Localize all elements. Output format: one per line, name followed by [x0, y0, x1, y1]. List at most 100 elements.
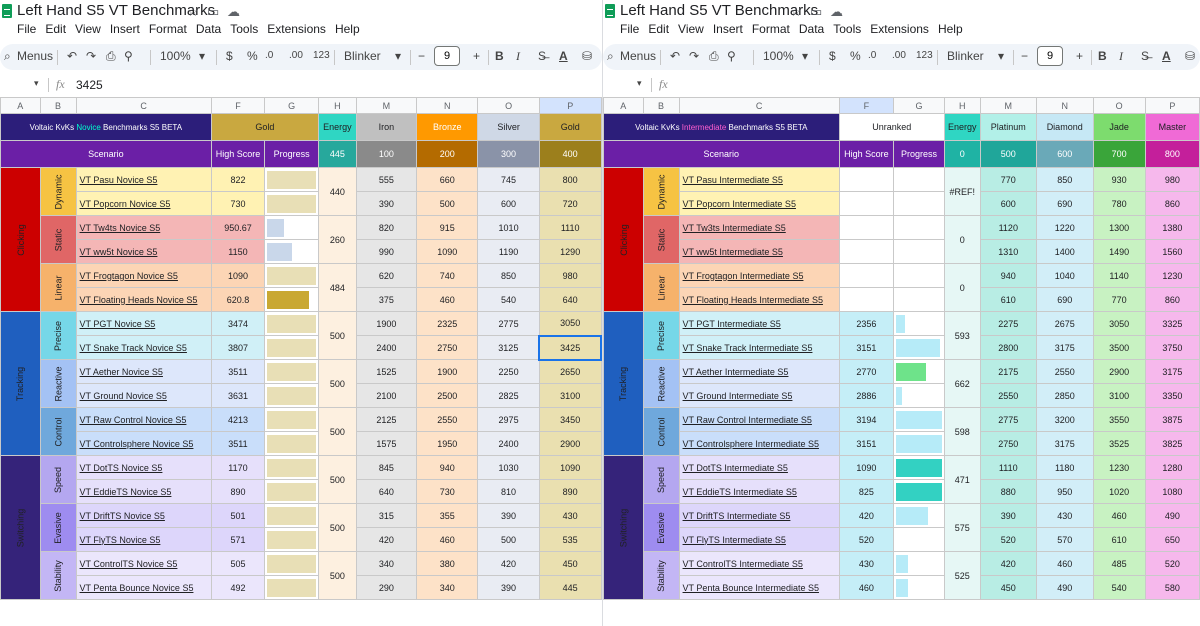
column-header[interactable]: P: [538, 97, 602, 114]
fill-color-icon[interactable]: ⛁: [582, 49, 592, 63]
high-score-cell[interactable]: 3151: [838, 431, 895, 456]
rank-threshold-cell[interactable]: 1030: [477, 455, 540, 480]
rank-threshold-cell[interactable]: 1110: [979, 455, 1037, 480]
high-score-cell[interactable]: 2770: [838, 359, 895, 384]
scenario-link[interactable]: VT Frogtagon Intermediate S5: [678, 263, 840, 288]
high-score-cell[interactable]: 501: [210, 503, 266, 528]
column-header[interactable]: O: [477, 97, 540, 114]
search-icon[interactable]: ⌕: [4, 49, 11, 64]
column-header[interactable]: O: [1092, 97, 1146, 114]
menu-edit[interactable]: Edit: [648, 22, 669, 36]
scenario-link[interactable]: VT DriftTS Novice S5: [75, 503, 212, 528]
rank-threshold-cell[interactable]: 2400: [477, 431, 540, 456]
rank-threshold-cell[interactable]: 2125: [355, 407, 418, 432]
high-score-cell[interactable]: 1150: [210, 239, 266, 264]
high-score-cell[interactable]: 1170: [210, 455, 266, 480]
scenario-link[interactable]: VT Snake Track Intermediate S5: [678, 335, 840, 360]
scenario-link[interactable]: VT DotTS Novice S5: [75, 455, 212, 480]
column-header[interactable]: M: [979, 97, 1037, 114]
scenario-link[interactable]: VT Floating Heads Novice S5: [75, 287, 212, 312]
scenario-link[interactable]: VT ControlTS Novice S5: [75, 551, 212, 576]
rank-threshold-cell[interactable]: 1400: [1035, 239, 1094, 264]
chevron-down-icon[interactable]: ▾: [34, 78, 39, 89]
zoom-select[interactable]: 100%: [763, 49, 794, 63]
rank-threshold-cell[interactable]: 3325: [1144, 311, 1200, 336]
high-score-cell[interactable]: 505: [210, 551, 266, 576]
paint-format-icon[interactable]: ⚲: [727, 49, 736, 63]
high-score-cell[interactable]: 3511: [210, 431, 266, 456]
rank-threshold-cell[interactable]: 3175: [1144, 359, 1200, 384]
cloud-icon[interactable]: ☁: [227, 4, 240, 20]
rank-threshold-cell[interactable]: 540: [1092, 575, 1146, 600]
rank-threshold-cell[interactable]: 570: [1035, 527, 1094, 552]
rank-threshold-cell[interactable]: 3425: [538, 334, 602, 361]
rank-threshold-cell[interactable]: 780: [1092, 191, 1146, 216]
star-icon[interactable]: ☆: [187, 4, 199, 20]
high-score-cell[interactable]: 3151: [838, 335, 895, 360]
rank-threshold-cell[interactable]: 315: [355, 503, 418, 528]
rank-threshold-cell[interactable]: 3525: [1092, 431, 1146, 456]
high-score-cell[interactable]: 520: [838, 527, 895, 552]
rank-threshold-cell[interactable]: 610: [979, 287, 1037, 312]
chevron-down-icon[interactable]: ▾: [637, 78, 642, 89]
rank-threshold-cell[interactable]: 430: [1035, 503, 1094, 528]
rank-threshold-cell[interactable]: 520: [1144, 551, 1200, 576]
menu-insert[interactable]: Insert: [713, 22, 743, 36]
print-icon[interactable]: ⎙: [709, 49, 719, 64]
high-score-cell[interactable]: 420: [838, 503, 895, 528]
rank-threshold-cell[interactable]: 940: [979, 263, 1037, 288]
rank-threshold-cell[interactable]: 2975: [477, 407, 540, 432]
column-header[interactable]: H: [318, 97, 357, 114]
scenario-link[interactable]: VT DotTS Intermediate S5: [678, 455, 840, 480]
rank-threshold-cell[interactable]: 1040: [1035, 263, 1094, 288]
rank-threshold-cell[interactable]: 1525: [355, 359, 418, 384]
column-header[interactable]: H: [943, 97, 981, 114]
scenario-link[interactable]: VT Frogtagon Novice S5: [75, 263, 212, 288]
rank-threshold-cell[interactable]: 1950: [416, 431, 479, 456]
high-score-cell[interactable]: [838, 287, 895, 312]
rank-threshold-cell[interactable]: 420: [979, 551, 1037, 576]
rank-threshold-cell[interactable]: 390: [477, 503, 540, 528]
font-size-increase-button[interactable]: +: [1076, 49, 1083, 63]
rank-threshold-cell[interactable]: 1290: [538, 239, 602, 264]
column-header[interactable]: F: [838, 97, 895, 114]
rank-threshold-cell[interactable]: 990: [355, 239, 418, 264]
strikethrough-icon[interactable]: S̶: [538, 49, 546, 63]
rank-threshold-cell[interactable]: 980: [1144, 167, 1200, 192]
rank-threshold-cell[interactable]: 3750: [1144, 335, 1200, 360]
formula-input[interactable]: 3425: [76, 78, 103, 92]
rank-threshold-cell[interactable]: 3550: [1092, 407, 1146, 432]
currency-format-button[interactable]: $: [829, 49, 836, 63]
scenario-link[interactable]: VT Controlsphere Novice S5: [75, 431, 212, 456]
rank-threshold-cell[interactable]: 2325: [416, 311, 479, 336]
scenario-link[interactable]: VT FlyTS Intermediate S5: [678, 527, 840, 552]
font-size-decrease-button[interactable]: −: [418, 49, 425, 63]
scenario-link[interactable]: VT FlyTS Novice S5: [75, 527, 212, 552]
rank-threshold-cell[interactable]: 770: [979, 167, 1037, 192]
decrease-decimal-button[interactable]: .0: [868, 50, 876, 61]
menus-search[interactable]: Menus: [620, 49, 656, 63]
menu-file[interactable]: File: [17, 22, 36, 36]
number-format-button[interactable]: 123: [916, 50, 933, 61]
rank-threshold-cell[interactable]: 3050: [538, 311, 602, 336]
scenario-link[interactable]: VT Penta Bounce Intermediate S5: [678, 575, 840, 600]
rank-threshold-cell[interactable]: 2500: [416, 383, 479, 408]
rank-threshold-cell[interactable]: 580: [1144, 575, 1200, 600]
sheets-logo-icon[interactable]: [2, 4, 12, 18]
rank-threshold-cell[interactable]: 1220: [1035, 215, 1094, 240]
column-header[interactable]: B: [642, 97, 680, 114]
high-score-cell[interactable]: 3807: [210, 335, 266, 360]
scenario-link[interactable]: VT Raw Control Intermediate S5: [678, 407, 840, 432]
rank-threshold-cell[interactable]: 690: [1035, 287, 1094, 312]
rank-threshold-cell[interactable]: 3350: [1144, 383, 1200, 408]
rank-threshold-cell[interactable]: 1900: [355, 311, 418, 336]
rank-threshold-cell[interactable]: 2850: [1035, 383, 1094, 408]
increase-decimal-button[interactable]: .00: [892, 50, 906, 61]
scenario-link[interactable]: VT ww5t Intermediate S5: [678, 239, 840, 264]
scenario-link[interactable]: VT Penta Bounce Novice S5: [75, 575, 212, 600]
redo-icon[interactable]: ↷: [689, 49, 699, 63]
scenario-link[interactable]: VT Popcorn Intermediate S5: [678, 191, 840, 216]
rank-threshold-cell[interactable]: 950: [1035, 479, 1094, 504]
bold-button[interactable]: B: [495, 49, 504, 63]
font-size-decrease-button[interactable]: −: [1021, 49, 1028, 63]
